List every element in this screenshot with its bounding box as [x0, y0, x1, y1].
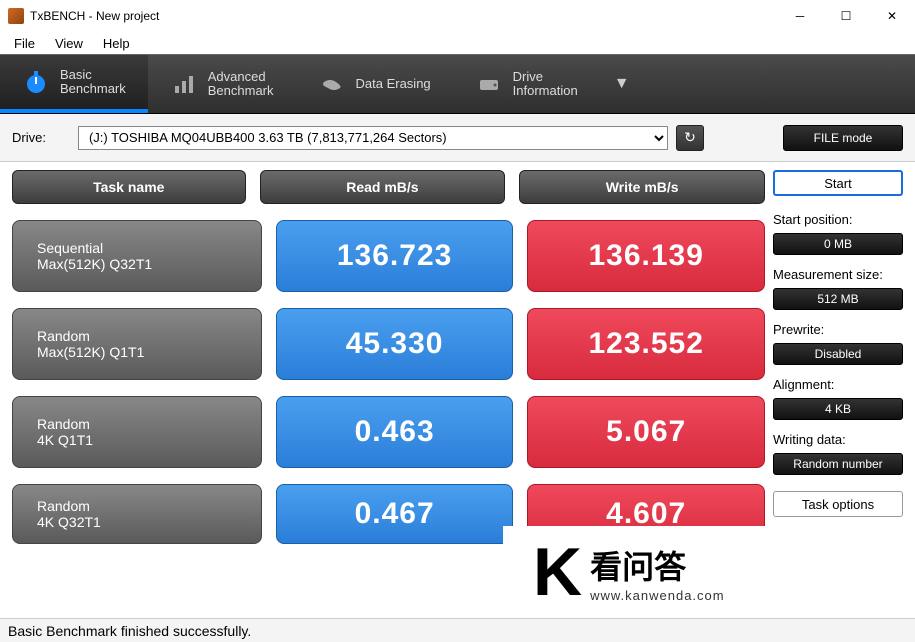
- write-value: 123.552: [527, 308, 765, 380]
- result-row: Random4K Q1T1 0.463 5.067: [12, 396, 765, 468]
- header-task-name: Task name: [12, 170, 246, 204]
- measurement-size-value[interactable]: 512 MB: [773, 288, 903, 310]
- read-value: 0.463: [276, 396, 514, 468]
- refresh-button[interactable]: ↻: [676, 125, 704, 151]
- write-value: 5.067: [527, 396, 765, 468]
- start-position-label: Start position:: [773, 212, 903, 227]
- erase-icon: [318, 70, 346, 98]
- measurement-size-label: Measurement size:: [773, 267, 903, 282]
- drive-select[interactable]: (J:) TOSHIBA MQ04UBB400 3.63 TB (7,813,7…: [78, 126, 668, 150]
- tab-drive-information[interactable]: DriveInformation: [453, 55, 600, 113]
- tab-overflow-dropdown[interactable]: ▼: [600, 55, 644, 113]
- alignment-value[interactable]: 4 KB: [773, 398, 903, 420]
- title-bar: TxBENCH - New project ─ ☐ ✕: [0, 0, 915, 32]
- writing-data-label: Writing data:: [773, 432, 903, 447]
- tab-data-erasing[interactable]: Data Erasing: [296, 55, 453, 113]
- app-icon: [8, 8, 24, 24]
- alignment-label: Alignment:: [773, 377, 903, 392]
- result-row: SequentialMax(512K) Q32T1 136.723 136.13…: [12, 220, 765, 292]
- drive-label: Drive:: [12, 130, 46, 145]
- task-name-cell: Random4K Q1T1: [12, 396, 262, 468]
- stopwatch-icon: [22, 68, 50, 96]
- watermark-url: www.kanwenda.com: [590, 588, 725, 603]
- watermark-title: 看问答: [590, 542, 725, 588]
- file-mode-button[interactable]: FILE mode: [783, 125, 903, 151]
- task-options-button[interactable]: Task options: [773, 491, 903, 517]
- task-name-cell: Random4K Q32T1: [12, 484, 262, 544]
- tab-basic-benchmark[interactable]: BasicBenchmark: [0, 55, 148, 113]
- maximize-button[interactable]: ☐: [823, 0, 869, 32]
- menu-help[interactable]: Help: [93, 34, 140, 53]
- minimize-button[interactable]: ─: [777, 0, 823, 32]
- header-read: Read mB/s: [260, 170, 506, 204]
- prewrite-label: Prewrite:: [773, 322, 903, 337]
- bar-chart-icon: [170, 70, 198, 98]
- watermark: K 看问答 www.kanwenda.com: [503, 526, 903, 618]
- status-text: Basic Benchmark finished successfully.: [8, 623, 251, 639]
- menu-bar: File View Help: [0, 32, 915, 54]
- start-button[interactable]: Start: [773, 170, 903, 196]
- menu-view[interactable]: View: [45, 34, 93, 53]
- read-value: 136.723: [276, 220, 514, 292]
- status-bar: Basic Benchmark finished successfully.: [0, 618, 915, 642]
- prewrite-value[interactable]: Disabled: [773, 343, 903, 365]
- watermark-logo-icon: K: [533, 533, 578, 611]
- result-row: RandomMax(512K) Q1T1 45.330 123.552: [12, 308, 765, 380]
- drive-bar: Drive: (J:) TOSHIBA MQ04UBB400 3.63 TB (…: [0, 114, 915, 162]
- task-name-cell: SequentialMax(512K) Q32T1: [12, 220, 262, 292]
- header-write: Write mB/s: [519, 170, 765, 204]
- task-name-cell: RandomMax(512K) Q1T1: [12, 308, 262, 380]
- menu-file[interactable]: File: [4, 34, 45, 53]
- writing-data-value[interactable]: Random number: [773, 453, 903, 475]
- read-value: 45.330: [276, 308, 514, 380]
- write-value: 136.139: [527, 220, 765, 292]
- drive-icon: [475, 70, 503, 98]
- tab-bar: BasicBenchmark AdvancedBenchmark Data Er…: [0, 54, 915, 114]
- start-position-value[interactable]: 0 MB: [773, 233, 903, 255]
- close-button[interactable]: ✕: [869, 0, 915, 32]
- read-value: 0.467: [276, 484, 514, 544]
- window-title: TxBENCH - New project: [30, 9, 159, 23]
- tab-advanced-benchmark[interactable]: AdvancedBenchmark: [148, 55, 296, 113]
